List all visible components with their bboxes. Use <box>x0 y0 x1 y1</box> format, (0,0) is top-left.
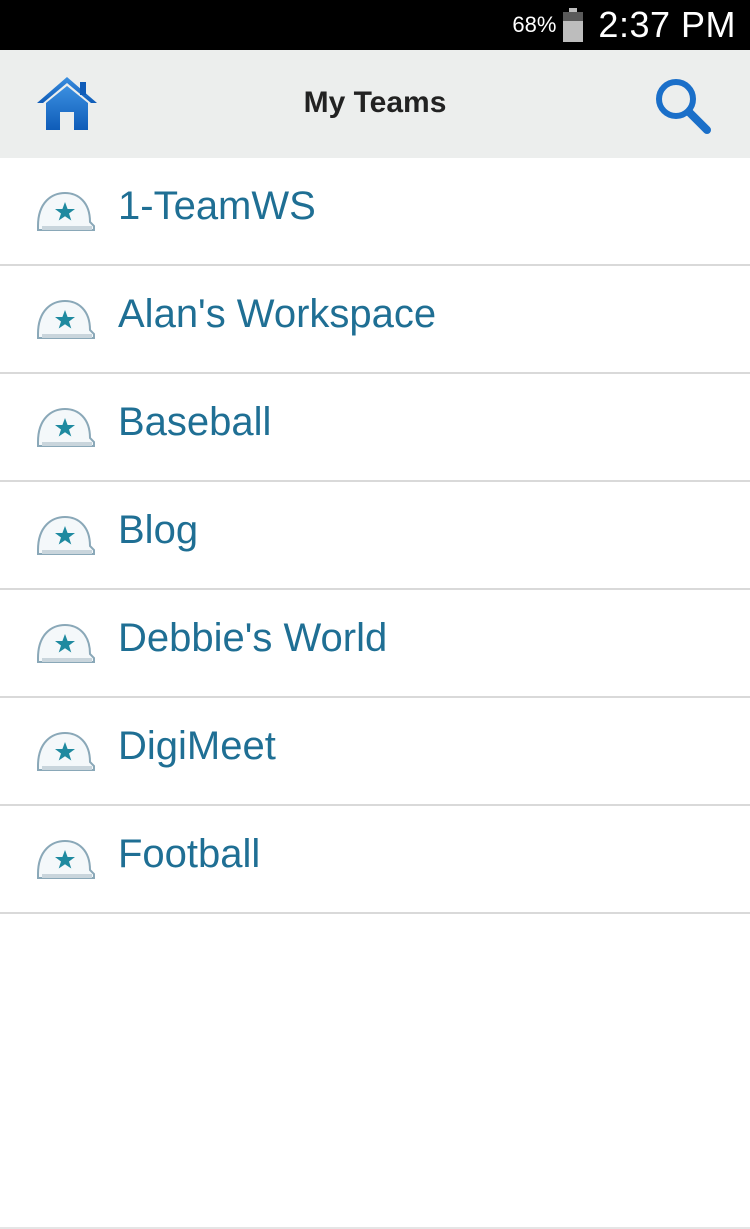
search-icon <box>656 79 711 134</box>
team-label: Baseball <box>118 400 272 444</box>
team-cap-icon <box>37 299 95 339</box>
list-item[interactable]: Alan's Workspace <box>0 266 750 374</box>
team-label: Football <box>118 832 261 876</box>
team-cap-icon <box>37 515 95 555</box>
team-label: Alan's Workspace <box>118 292 437 336</box>
team-label: Debbie's World <box>118 616 388 660</box>
team-cap-icon <box>37 407 95 447</box>
battery-icon <box>563 8 584 42</box>
team-cap-icon <box>37 731 95 771</box>
team-cap-icon <box>37 839 95 879</box>
app-header: My Teams <box>0 50 750 158</box>
clock: 2:37 PM <box>598 4 736 45</box>
team-cap-icon <box>37 191 95 231</box>
battery-percent: 68% <box>512 12 557 37</box>
list-item[interactable]: 1-TeamWS <box>0 158 750 266</box>
list-item[interactable]: Blog <box>0 482 750 590</box>
list-item[interactable]: Debbie's World <box>0 590 750 698</box>
list-item[interactable]: DigiMeet <box>0 698 750 806</box>
search-button[interactable] <box>652 76 714 136</box>
team-label: Blog <box>118 508 199 552</box>
team-label: 1-TeamWS <box>118 184 316 228</box>
page-title: My Teams <box>303 86 447 119</box>
list-item[interactable]: Football <box>0 806 750 914</box>
team-label: DigiMeet <box>118 724 276 768</box>
team-list: 1-TeamWS Alan's Workspace Baseball Blog <box>0 158 750 914</box>
status-bar: 68% 2:37 PM <box>0 0 750 50</box>
team-cap-icon <box>37 623 95 663</box>
list-item[interactable]: Baseball <box>0 374 750 482</box>
